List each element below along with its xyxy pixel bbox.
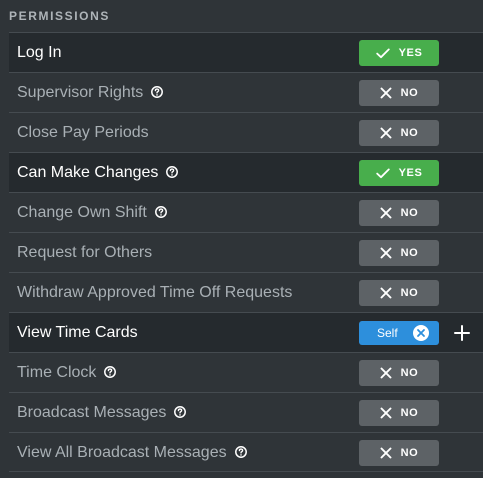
permission-label: Broadcast Messages xyxy=(17,393,187,433)
close-icon xyxy=(380,287,392,299)
toggle-no-button[interactable]: NO xyxy=(359,240,439,266)
permission-label: Close Pay Periods xyxy=(17,113,149,153)
toggle-label: YES xyxy=(398,167,423,179)
permission-row: Broadcast Messages NO xyxy=(9,392,483,432)
permission-label-text: Can Make Changes xyxy=(17,164,159,181)
toggle-label: YES xyxy=(398,47,423,59)
permission-label: Can Make Changes xyxy=(17,153,179,193)
toggle-label: NO xyxy=(400,447,419,459)
toggle-no-button[interactable]: NO xyxy=(359,280,439,306)
permission-label-text: Request for Others xyxy=(17,244,153,261)
permission-row: View Time Cards Self xyxy=(9,312,483,352)
permission-label-text: Time Clock xyxy=(17,364,97,381)
close-icon xyxy=(380,247,392,259)
help-icon[interactable] xyxy=(104,366,117,378)
close-icon xyxy=(380,367,392,379)
help-icon[interactable] xyxy=(174,406,187,418)
permission-row: Supervisor Rights NO xyxy=(9,72,483,112)
toggle-label: NO xyxy=(400,407,419,419)
permissions-header: PERMISSIONS xyxy=(0,0,483,32)
permission-label: Supervisor Rights xyxy=(17,73,164,113)
check-icon xyxy=(375,48,390,58)
permission-row: Can Make Changes YES xyxy=(9,152,483,192)
toggle-no-button[interactable]: NO xyxy=(359,360,439,386)
toggle-label: NO xyxy=(400,247,419,259)
toggle-label: NO xyxy=(400,367,419,379)
permission-row: Log In YES xyxy=(9,32,483,72)
toggle-no-button[interactable]: NO xyxy=(359,400,439,426)
permission-row: Change Own Shift NO xyxy=(9,192,483,232)
help-icon[interactable] xyxy=(154,206,167,218)
scope-chip-label: Self xyxy=(377,326,398,340)
close-icon xyxy=(380,207,392,219)
close-icon xyxy=(380,87,392,99)
permission-row: Time Clock NO xyxy=(9,352,483,392)
permission-label-text: Change Own Shift xyxy=(17,204,147,221)
help-icon[interactable] xyxy=(166,166,179,178)
permission-label-text: Close Pay Periods xyxy=(17,124,149,141)
toggle-yes-button[interactable]: YES xyxy=(359,40,439,66)
permission-label-text: Log In xyxy=(17,44,62,61)
help-icon[interactable] xyxy=(151,86,164,98)
add-scope-button[interactable] xyxy=(452,323,472,343)
permission-row: Withdraw Approved Time Off Requests NO xyxy=(9,272,483,312)
toggle-no-button[interactable]: NO xyxy=(359,440,439,466)
permission-label-text: Supervisor Rights xyxy=(17,84,144,101)
remove-scope-icon[interactable] xyxy=(413,325,429,341)
toggle-no-button[interactable]: NO xyxy=(359,80,439,106)
permission-label: Withdraw Approved Time Off Requests xyxy=(17,273,292,313)
permission-row: View All Broadcast Messages NO xyxy=(9,432,483,472)
permission-row: Close Pay Periods NO xyxy=(9,112,483,152)
permission-label: Log In xyxy=(17,33,61,73)
toggle-label: NO xyxy=(400,127,419,139)
close-icon xyxy=(380,127,392,139)
permission-label: View All Broadcast Messages xyxy=(17,433,247,473)
help-icon[interactable] xyxy=(234,446,247,458)
close-icon xyxy=(380,447,392,459)
toggle-label: NO xyxy=(400,287,419,299)
toggle-no-button[interactable]: NO xyxy=(359,120,439,146)
permission-label-text: Broadcast Messages xyxy=(17,404,167,421)
permission-label: View Time Cards xyxy=(17,313,138,353)
permission-label: Time Clock xyxy=(17,353,117,393)
permission-label: Request for Others xyxy=(17,233,152,273)
section-title: PERMISSIONS xyxy=(9,9,110,23)
permissions-list: Log In YES Supervisor Rights NO Close Pay Pe… xyxy=(9,32,483,472)
toggle-no-button[interactable]: NO xyxy=(359,200,439,226)
check-icon xyxy=(375,168,390,178)
permission-label-text: Withdraw Approved Time Off Requests xyxy=(17,284,293,301)
permission-row: Request for Others NO xyxy=(9,232,483,272)
permission-label-text: View Time Cards xyxy=(17,324,138,341)
toggle-yes-button[interactable]: YES xyxy=(359,160,439,186)
toggle-label: NO xyxy=(400,207,419,219)
permission-label-text: View All Broadcast Messages xyxy=(17,444,227,461)
scope-chip: Self xyxy=(359,321,439,345)
permission-label: Change Own Shift xyxy=(17,193,167,233)
close-icon xyxy=(380,407,392,419)
toggle-label: NO xyxy=(400,87,419,99)
